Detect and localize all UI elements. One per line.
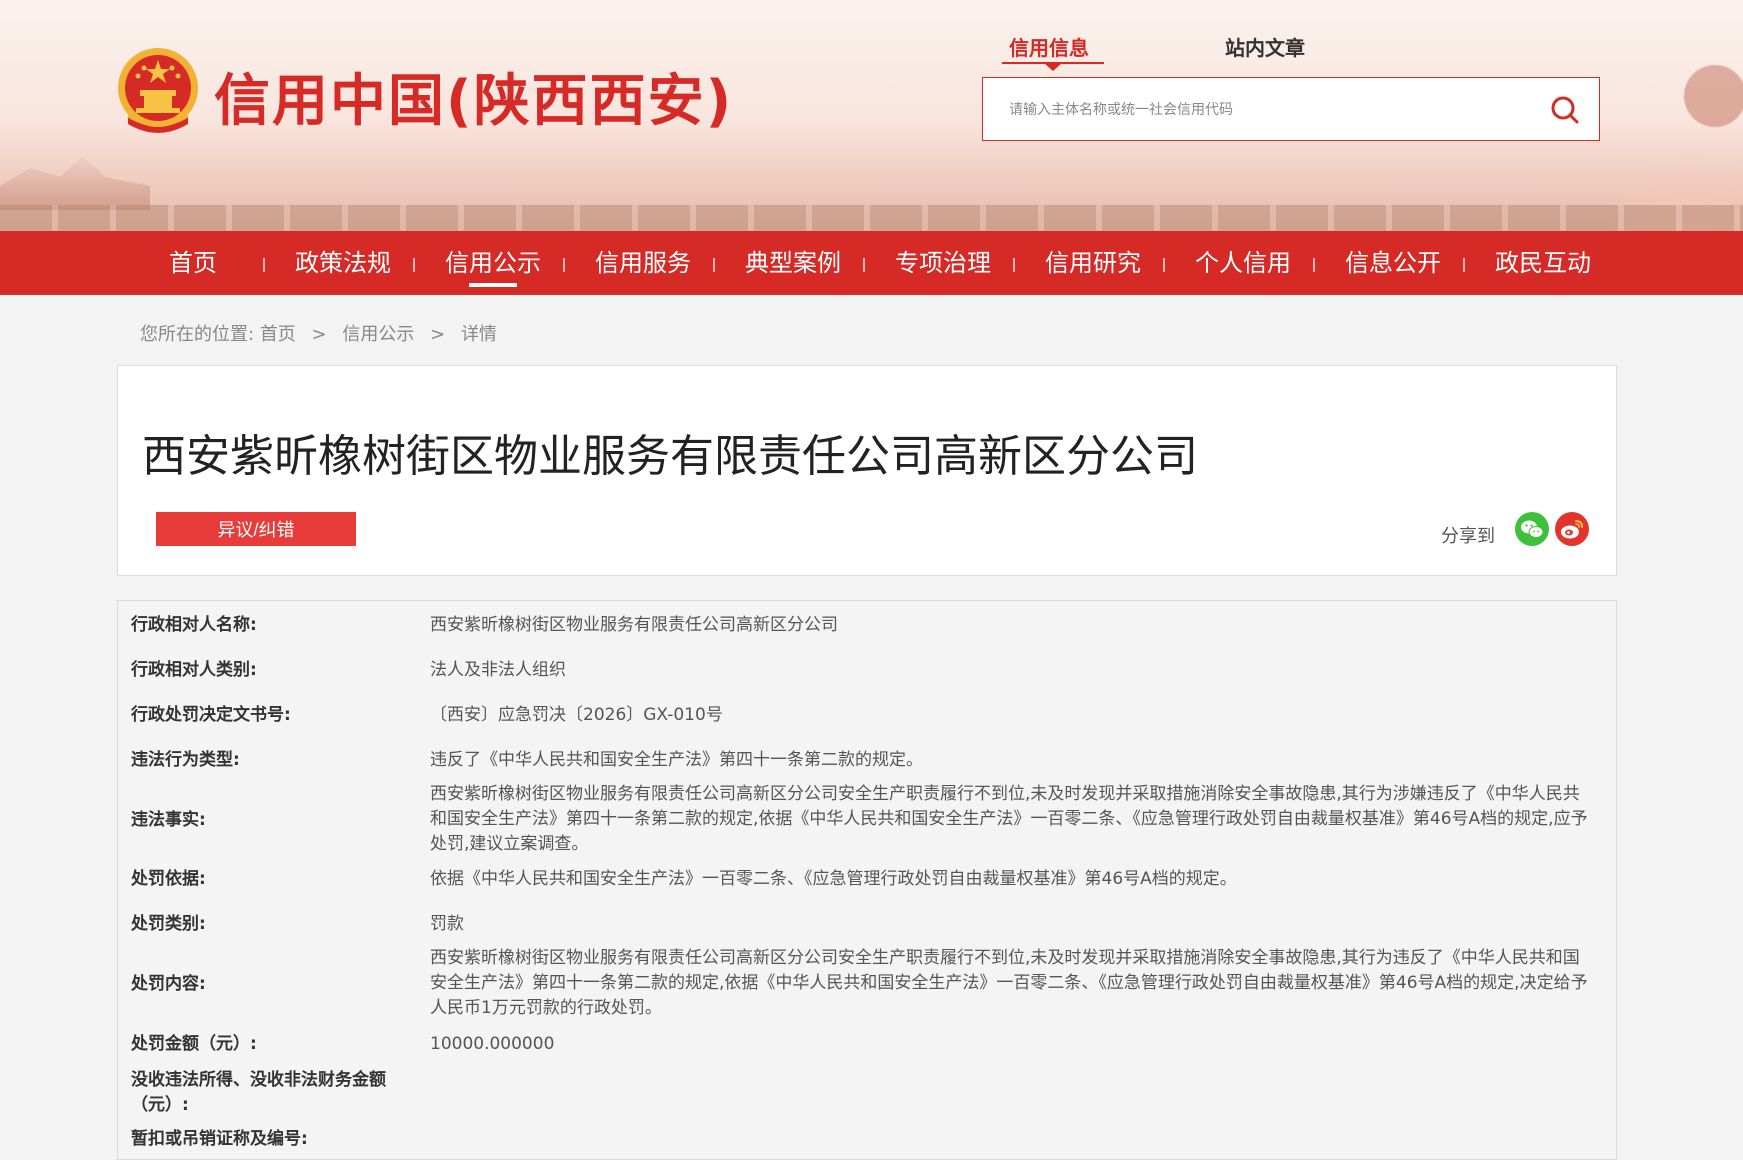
detail-label: 没收违法所得、没收非法财务金额（元）: bbox=[131, 1070, 386, 1115]
tab-credit-info[interactable]: 信用信息 bbox=[1009, 32, 1089, 61]
active-tab-caret bbox=[1044, 63, 1062, 71]
breadcrumb: 您所在的位置: 首页 > 信用公示 > 详情 bbox=[140, 320, 497, 346]
nav-item-special-governance[interactable]: 专项治理 bbox=[868, 231, 1018, 295]
breadcrumb-separator: > bbox=[430, 324, 446, 345]
detail-label: 行政相对人类别: bbox=[131, 660, 257, 680]
detail-value: 西安紫昕橡树街区物业服务有限责任公司高新区分公司 bbox=[430, 615, 838, 635]
detail-value: 西安紫昕橡树街区物业服务有限责任公司高新区分公司安全生产职责履行不到位,未及时发… bbox=[430, 784, 1588, 854]
detail-label: 违法行为类型: bbox=[131, 750, 240, 770]
nav-item-typical-cases[interactable]: 典型案例 bbox=[718, 231, 868, 295]
nav-separator bbox=[863, 258, 865, 272]
nav-item-policy[interactable]: 政策法规 bbox=[268, 231, 418, 295]
tab-site-articles[interactable]: 站内文章 bbox=[1225, 32, 1305, 61]
nav-separator bbox=[1313, 258, 1315, 272]
breadcrumb-separator: > bbox=[311, 324, 327, 345]
detail-value: 法人及非法人组织 bbox=[430, 660, 566, 680]
detail-label: 处罚金额（元）: bbox=[131, 1034, 257, 1054]
nav-separator bbox=[1163, 258, 1165, 272]
weibo-icon[interactable] bbox=[1555, 512, 1589, 546]
detail-label: 暂扣或吊销证称及编号: bbox=[131, 1129, 308, 1149]
wechat-icon[interactable] bbox=[1515, 512, 1549, 546]
search-input[interactable] bbox=[1007, 92, 1531, 128]
nav-separator bbox=[413, 258, 415, 272]
entity-title-card: 西安紫昕橡树街区物业服务有限责任公司高新区分公司 异议/纠错 分享到 bbox=[117, 365, 1617, 576]
share-label: 分享到 bbox=[1441, 526, 1495, 547]
breadcrumb-current: 详情 bbox=[460, 324, 497, 345]
site-header: 信用中国(陕西西安) 信用信息 站内文章 bbox=[0, 0, 1743, 231]
nav-separator bbox=[563, 258, 565, 272]
nav-separator bbox=[1013, 258, 1015, 272]
nav-separator bbox=[713, 258, 715, 272]
search-box bbox=[982, 77, 1600, 141]
nav-item-personal-credit[interactable]: 个人信用 bbox=[1168, 231, 1318, 295]
entity-title: 西安紫昕橡树街区物业服务有限责任公司高新区分公司 bbox=[142, 431, 1198, 482]
nav-inner: 首页 政策法规 信用公示 信用服务 典型案例 专项治理 信用研究 个人信用 信息… bbox=[118, 231, 1618, 295]
nav-item-home[interactable]: 首页 bbox=[118, 231, 268, 295]
detail-value: 西安紫昕橡树街区物业服务有限责任公司高新区分公司安全生产职责履行不到位,未及时发… bbox=[430, 948, 1588, 1018]
detail-label: 违法事实: bbox=[131, 810, 206, 830]
nav-item-credit-service[interactable]: 信用服务 bbox=[568, 231, 718, 295]
detail-value: 10000.000000 bbox=[430, 1034, 555, 1054]
penalty-detail-table: 行政相对人名称: 西安紫昕橡树街区物业服务有限责任公司高新区分公司 行政相对人类… bbox=[117, 600, 1617, 1160]
detail-label: 处罚内容: bbox=[131, 974, 206, 994]
detail-value: 〔西安〕应急罚决〔2026〕GX-010号 bbox=[430, 705, 723, 725]
nav-separator bbox=[1463, 258, 1465, 272]
detail-label: 处罚依据: bbox=[131, 869, 206, 889]
dispute-correction-button[interactable]: 异议/纠错 bbox=[156, 512, 356, 546]
detail-value: 罚款 bbox=[430, 914, 464, 934]
site-title: 信用中国(陕西西安) bbox=[214, 69, 734, 134]
nav-active-indicator bbox=[469, 283, 517, 287]
breadcrumb-home[interactable]: 首页 bbox=[260, 320, 296, 346]
wall-decoration bbox=[0, 205, 1743, 231]
detail-value: 依据《中华人民共和国安全生产法》一百零二条、《应急管理行政处罚自由裁量权基准》第… bbox=[430, 869, 1237, 889]
detail-label: 行政处罚决定文书号: bbox=[131, 705, 291, 725]
breadcrumb-prefix: 您所在的位置: bbox=[140, 324, 255, 345]
detail-value: 违反了《中华人民共和国安全生产法》第四十一条第二款的规定。 bbox=[430, 750, 923, 770]
detail-label: 处罚类别: bbox=[131, 914, 206, 934]
search-icon[interactable] bbox=[1549, 94, 1581, 126]
breadcrumb-credit-publicity[interactable]: 信用公示 bbox=[342, 320, 414, 346]
detail-label: 行政相对人名称: bbox=[131, 615, 257, 635]
nav-item-info-disclosure[interactable]: 信息公开 bbox=[1318, 231, 1468, 295]
main-nav: 首页 政策法规 信用公示 信用服务 典型案例 专项治理 信用研究 个人信用 信息… bbox=[0, 231, 1743, 295]
nav-item-public-interaction[interactable]: 政民互动 bbox=[1468, 231, 1618, 295]
nav-item-credit-research[interactable]: 信用研究 bbox=[1018, 231, 1168, 295]
national-emblem-icon bbox=[116, 46, 200, 134]
nav-separator bbox=[263, 258, 265, 272]
